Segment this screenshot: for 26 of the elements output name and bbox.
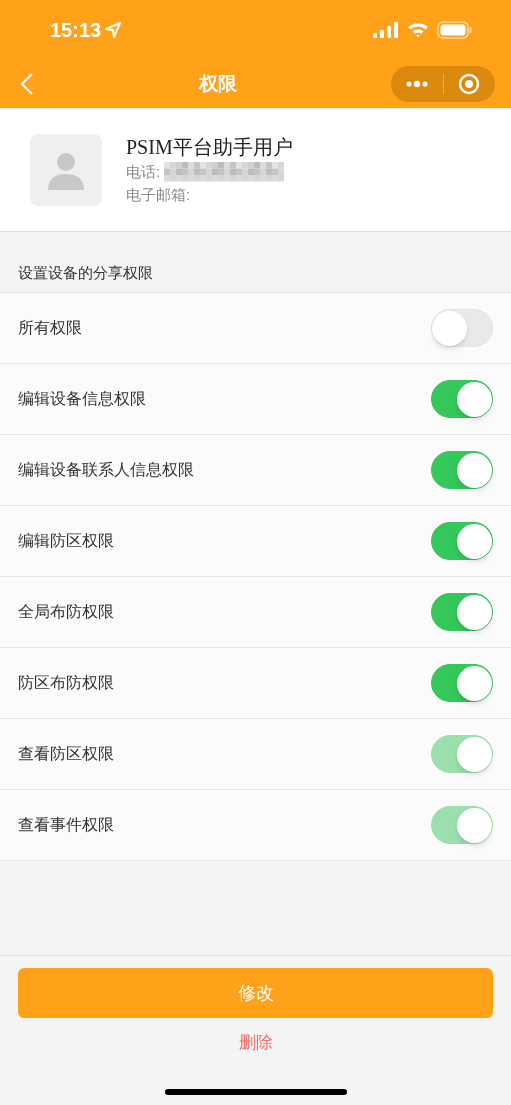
toggle-switch[interactable]	[431, 593, 493, 631]
battery-icon	[437, 21, 473, 39]
permission-label: 编辑设备信息权限	[18, 389, 146, 409]
permission-label: 编辑防区权限	[18, 531, 114, 551]
location-arrow-icon	[105, 22, 122, 38]
toggle-switch[interactable]	[431, 451, 493, 489]
modify-button[interactable]: 修改	[18, 968, 493, 1018]
toggle-switch[interactable]	[431, 380, 493, 418]
status-time: 15:13	[50, 18, 102, 43]
permission-label: 全局布防权限	[18, 602, 114, 622]
user-name: PSIM平台助手用户	[126, 134, 293, 160]
phone-label: 电话:	[126, 161, 161, 182]
section-title: 设置设备的分享权限	[18, 262, 153, 283]
toggle-switch[interactable]	[431, 664, 493, 702]
permission-label: 防区布防权限	[18, 673, 114, 693]
delete-link[interactable]: 删除	[238, 1030, 273, 1056]
permission-label: 查看事件权限	[18, 815, 114, 835]
page-title: 权限	[198, 71, 237, 96]
toggle-switch[interactable]	[431, 522, 493, 560]
signal-icon	[373, 22, 399, 38]
permission-label: 查看防区权限	[18, 744, 114, 764]
back-icon[interactable]	[20, 72, 34, 96]
permission-label: 编辑设备联系人信息权限	[18, 460, 194, 480]
permission-label: 所有权限	[18, 318, 82, 338]
wifi-icon	[407, 22, 429, 38]
email-label: 电子邮箱:	[126, 184, 192, 205]
